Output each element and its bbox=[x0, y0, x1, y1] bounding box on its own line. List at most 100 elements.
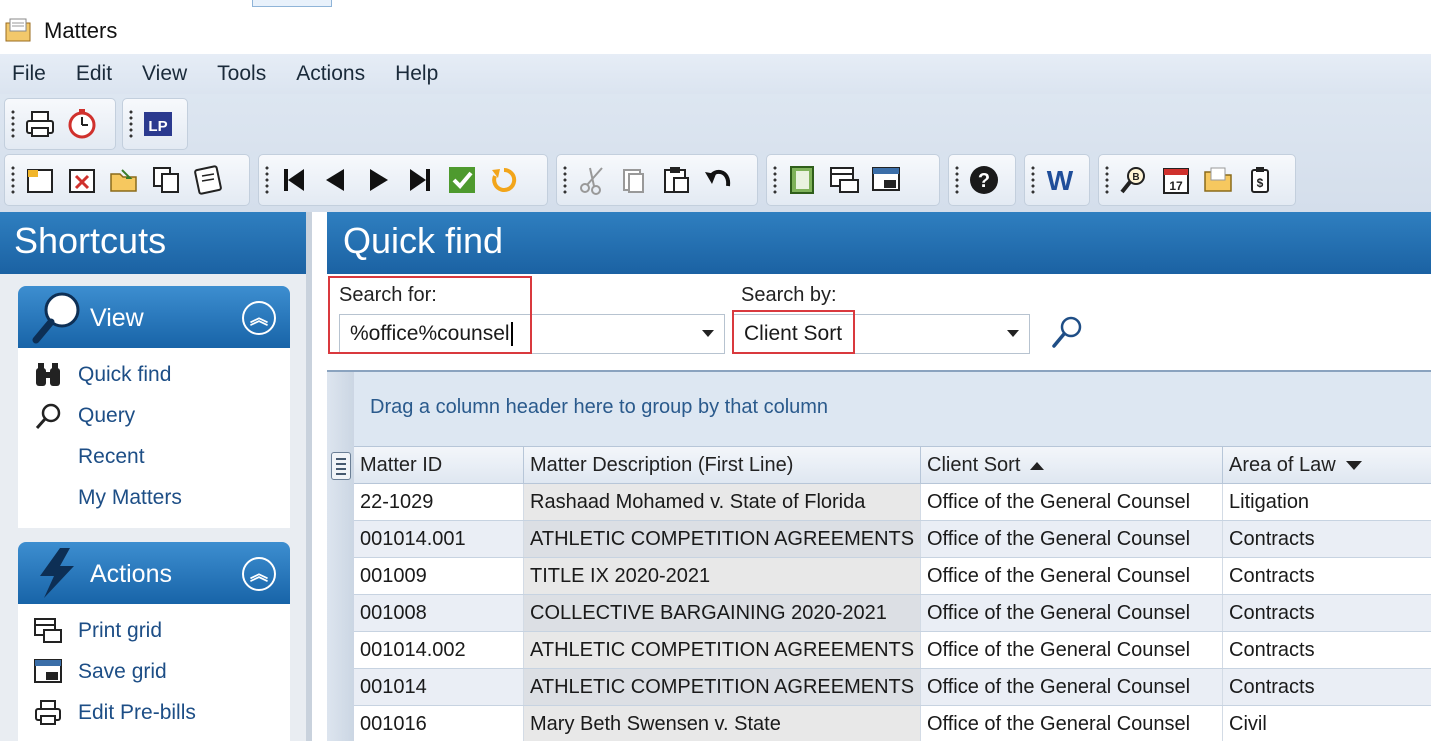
table-row[interactable]: 22-1029 Rashaad Mohamed v. State of Flor… bbox=[354, 484, 1431, 521]
save-grid-icon[interactable] bbox=[869, 163, 903, 197]
collapse-actions-icon[interactable]: ︽ bbox=[242, 557, 276, 591]
toolbar-grip[interactable] bbox=[129, 109, 133, 139]
print-grid-icon[interactable] bbox=[827, 163, 861, 197]
cell-matter-description[interactable]: Rashaad Mohamed v. State of Florida bbox=[524, 484, 921, 520]
notebook-icon[interactable] bbox=[785, 163, 819, 197]
cell-matter-id[interactable]: 22-1029 bbox=[354, 484, 524, 520]
cell-area-of-law[interactable]: Contracts bbox=[1223, 595, 1431, 631]
menu-edit[interactable]: Edit bbox=[76, 62, 112, 86]
paste-icon[interactable] bbox=[659, 163, 693, 197]
timer-icon[interactable] bbox=[65, 107, 99, 141]
actions-panel-header[interactable]: Actions ︽ bbox=[18, 542, 290, 604]
last-record-icon[interactable] bbox=[403, 163, 437, 197]
column-header-matter-description[interactable]: Matter Description (First Line) bbox=[524, 447, 921, 484]
toolbar-grip[interactable] bbox=[1031, 165, 1035, 195]
cell-matter-description[interactable]: COLLECTIVE BARGAINING 2020-2021 bbox=[524, 595, 921, 631]
delete-icon[interactable] bbox=[65, 163, 99, 197]
view-panel-header[interactable]: View ︽ bbox=[18, 286, 290, 348]
cell-area-of-law[interactable]: Litigation bbox=[1223, 484, 1431, 520]
cell-matter-id[interactable]: 001014.002 bbox=[354, 632, 524, 668]
cell-matter-description[interactable]: ATHLETIC COMPETITION AGREEMENTS bbox=[524, 632, 921, 668]
cell-client-sort[interactable]: Office of the General Counsel bbox=[921, 632, 1223, 668]
toolbar-grip[interactable] bbox=[955, 165, 959, 195]
table-row[interactable]: 001008 COLLECTIVE BARGAINING 2020-2021 O… bbox=[354, 595, 1431, 632]
table-row[interactable]: 001014.001 ATHLETIC COMPETITION AGREEMEN… bbox=[354, 521, 1431, 558]
cell-matter-id[interactable]: 001014 bbox=[354, 669, 524, 705]
group-by-panel[interactable]: Drag a column header here to group by th… bbox=[354, 372, 1431, 446]
calendar-icon[interactable]: 17 bbox=[1159, 163, 1193, 197]
billing-icon[interactable]: $ bbox=[1243, 163, 1277, 197]
refresh-icon[interactable] bbox=[487, 163, 521, 197]
cell-client-sort[interactable]: Office of the General Counsel bbox=[921, 484, 1223, 520]
toolbar-grip[interactable] bbox=[11, 165, 15, 195]
cell-matter-description[interactable]: Mary Beth Swensen v. State bbox=[524, 706, 921, 741]
cell-matter-id[interactable]: 001016 bbox=[354, 706, 524, 741]
cell-client-sort[interactable]: Office of the General Counsel bbox=[921, 595, 1223, 631]
filter-dropdown-icon[interactable] bbox=[1345, 461, 1362, 471]
cell-area-of-law[interactable]: Civil bbox=[1223, 706, 1431, 741]
folder-icon[interactable] bbox=[1201, 163, 1235, 197]
cell-client-sort[interactable]: Office of the General Counsel bbox=[921, 669, 1223, 705]
table-row[interactable]: 001014 ATHLETIC COMPETITION AGREEMENTS O… bbox=[354, 669, 1431, 706]
search-by-label: Search by: bbox=[741, 284, 837, 306]
shortcut-quick-find[interactable]: Quick find bbox=[18, 354, 290, 395]
table-row[interactable]: 001009 TITLE IX 2020-2021 Office of the … bbox=[354, 558, 1431, 595]
cell-area-of-law[interactable]: Contracts bbox=[1223, 632, 1431, 668]
cell-matter-description[interactable]: ATHLETIC COMPETITION AGREEMENTS bbox=[524, 669, 921, 705]
action-print-grid[interactable]: Print grid bbox=[18, 610, 290, 651]
shortcut-query[interactable]: Query bbox=[18, 395, 290, 436]
dropdown-arrow-icon[interactable] bbox=[702, 330, 714, 337]
menu-help[interactable]: Help bbox=[395, 62, 438, 86]
toolbar-grip[interactable] bbox=[563, 165, 567, 195]
lp-icon[interactable]: LP bbox=[141, 107, 175, 141]
first-record-icon[interactable] bbox=[277, 163, 311, 197]
table-row[interactable]: 001016 Mary Beth Swensen v. State Office… bbox=[354, 706, 1431, 741]
menu-actions[interactable]: Actions bbox=[296, 62, 365, 86]
cell-client-sort[interactable]: Office of the General Counsel bbox=[921, 706, 1223, 741]
copy-icon[interactable] bbox=[617, 163, 651, 197]
collapse-view-icon[interactable]: ︽ bbox=[242, 301, 276, 335]
word-icon[interactable]: W bbox=[1043, 163, 1077, 197]
previous-record-icon[interactable] bbox=[319, 163, 353, 197]
menu-file[interactable]: File bbox=[12, 62, 46, 86]
cell-matter-id[interactable]: 001009 bbox=[354, 558, 524, 594]
shortcut-my-matters[interactable]: My Matters bbox=[18, 477, 290, 518]
notes-icon[interactable] bbox=[191, 163, 225, 197]
cell-matter-description[interactable]: ATHLETIC COMPETITION AGREEMENTS bbox=[524, 521, 921, 557]
copy-record-icon[interactable] bbox=[149, 163, 183, 197]
new-icon[interactable] bbox=[23, 163, 57, 197]
toolbar-grip[interactable] bbox=[265, 165, 269, 195]
toolbar-grip[interactable] bbox=[773, 165, 777, 195]
save-check-icon[interactable] bbox=[445, 163, 479, 197]
search-icon[interactable] bbox=[1049, 314, 1085, 350]
cell-matter-description[interactable]: TITLE IX 2020-2021 bbox=[524, 558, 921, 594]
shortcut-recent[interactable]: Recent bbox=[18, 436, 290, 477]
table-row[interactable]: 001014.002 ATHLETIC COMPETITION AGREEMEN… bbox=[354, 632, 1431, 669]
cell-area-of-law[interactable]: Contracts bbox=[1223, 669, 1431, 705]
cell-matter-id[interactable]: 001014.001 bbox=[354, 521, 524, 557]
column-header-matter-id[interactable]: Matter ID bbox=[354, 447, 524, 484]
next-record-icon[interactable] bbox=[361, 163, 395, 197]
toolbar-grip[interactable] bbox=[1105, 165, 1109, 195]
undo-icon[interactable] bbox=[701, 163, 735, 197]
column-header-client-sort[interactable]: Client Sort bbox=[921, 447, 1223, 484]
column-chooser-icon[interactable] bbox=[331, 452, 351, 480]
menu-view[interactable]: View bbox=[142, 62, 187, 86]
help-icon[interactable]: ? bbox=[967, 163, 1001, 197]
cell-area-of-law[interactable]: Contracts bbox=[1223, 558, 1431, 594]
dropdown-arrow-icon[interactable] bbox=[1007, 330, 1019, 337]
cell-area-of-law[interactable]: Contracts bbox=[1223, 521, 1431, 557]
search-db-icon[interactable]: B bbox=[1117, 163, 1151, 197]
action-edit-pre-bills[interactable]: Edit Pre-bills bbox=[18, 692, 290, 733]
toolbar-grip[interactable] bbox=[11, 109, 15, 139]
action-save-grid[interactable]: Save grid bbox=[18, 651, 290, 692]
window-tab[interactable] bbox=[252, 0, 332, 7]
cell-client-sort[interactable]: Office of the General Counsel bbox=[921, 521, 1223, 557]
cut-icon[interactable] bbox=[575, 163, 609, 197]
cell-matter-id[interactable]: 001008 bbox=[354, 595, 524, 631]
menu-tools[interactable]: Tools bbox=[217, 62, 266, 86]
print-icon[interactable] bbox=[23, 107, 57, 141]
column-header-area-of-law[interactable]: Area of Law bbox=[1223, 447, 1431, 484]
open-icon[interactable] bbox=[107, 163, 141, 197]
cell-client-sort[interactable]: Office of the General Counsel bbox=[921, 558, 1223, 594]
